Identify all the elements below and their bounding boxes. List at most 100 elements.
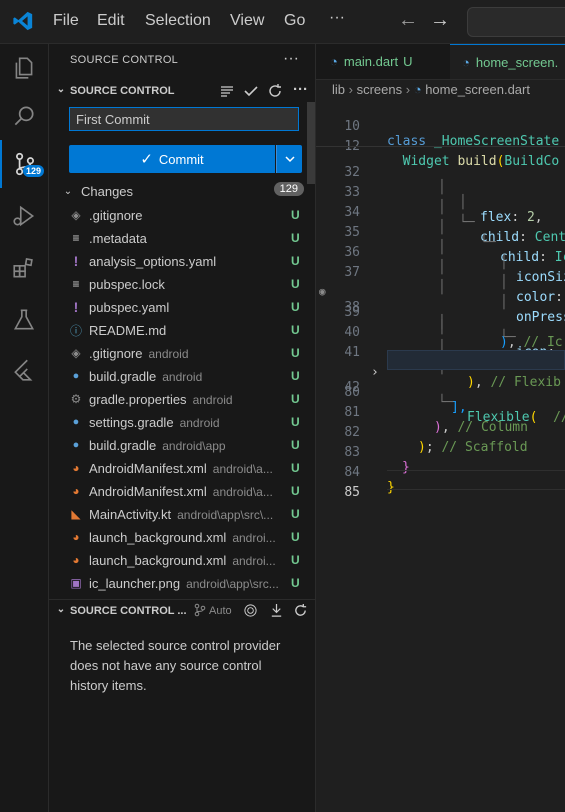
- refresh-icon[interactable]: [267, 83, 283, 99]
- changes-file-list: ◈ .gitignore U ≡ .metadata U ! analysis_options…: [49, 204, 315, 596]
- scrollbar-thumb[interactable]: [307, 102, 315, 184]
- file-name-text: .gitignore: [89, 207, 143, 223]
- breadcrumb-item[interactable]: lib: [332, 82, 345, 97]
- extensions-button[interactable]: [0, 244, 48, 292]
- sidebar-more-icon[interactable]: ···: [283, 50, 299, 68]
- changes-file-item[interactable]: ◕ AndroidManifest.xml android\a... U: [49, 457, 315, 479]
- changes-file-item[interactable]: ● build.gradle android\app U: [49, 434, 315, 456]
- file-name: .gitignore android: [89, 346, 189, 361]
- changes-label: Changes: [81, 183, 134, 199]
- code-line: 36 │ │ color:: [344, 245, 563, 305]
- changes-file-item[interactable]: ▣ ic_launcher.png android\app\src... U: [49, 572, 315, 594]
- file-name: pubspec.lock: [89, 277, 171, 292]
- source-control-button[interactable]: 129: [0, 140, 48, 188]
- tab-status: U: [403, 54, 413, 69]
- command-center-search[interactable]: [467, 7, 565, 37]
- fetch-icon[interactable]: [269, 603, 284, 618]
- code-line: 83 }: [344, 445, 410, 475]
- file-directory: androi...: [232, 530, 276, 545]
- commit-dropdown-button[interactable]: [276, 145, 302, 173]
- flutter-icon: [14, 359, 33, 381]
- branch-icon[interactable]: [193, 603, 207, 617]
- menu-edit[interactable]: Edit: [97, 12, 125, 30]
- explorer-button[interactable]: [0, 44, 48, 92]
- file-directory: androi...: [232, 553, 276, 568]
- file-name: ic_launcher.png android\app\src...: [89, 576, 279, 591]
- file-status: U: [291, 346, 300, 360]
- changes-file-item[interactable]: ● settings.gradle android U: [49, 411, 315, 433]
- tab-main-dart[interactable]: ◔ main.dart U: [316, 44, 449, 79]
- file-name: AndroidManifest.xml android\a...: [89, 461, 273, 476]
- code-line: 85: [344, 485, 360, 500]
- image-icon: ▣: [70, 576, 82, 590]
- changes-file-item[interactable]: ! analysis_options.yaml U: [49, 250, 315, 272]
- changes-file-item[interactable]: ◈ .gitignore U: [49, 204, 315, 226]
- title-bar: File Edit Selection View Go ··· ← →: [0, 0, 565, 44]
- changes-file-item[interactable]: ≡ pubspec.lock U: [49, 273, 315, 295]
- file-status: U: [291, 323, 300, 337]
- menu-more-button[interactable]: ···: [329, 9, 345, 27]
- lines-icon: ≡: [72, 231, 80, 245]
- rss-icon: ◕: [72, 484, 80, 498]
- elephant-icon: ●: [72, 416, 80, 428]
- flask-icon: [13, 309, 35, 330]
- changes-file-item[interactable]: ◣ MainActivity.kt android\app\src\... U: [49, 503, 315, 525]
- view-as-tree-icon[interactable]: [219, 83, 235, 99]
- file-status: U: [291, 484, 300, 498]
- search-icon: [14, 106, 34, 126]
- gear-icon: ⚙: [70, 392, 82, 406]
- commit-button[interactable]: ✓ Commit: [69, 145, 275, 173]
- back-arrow-icon[interactable]: ←: [398, 9, 418, 32]
- commit-message-input[interactable]: [69, 107, 299, 131]
- changes-file-item[interactable]: ⚙ gradle.properties android U: [49, 388, 315, 410]
- testing-button[interactable]: [0, 296, 48, 344]
- menu-selection[interactable]: Selection: [145, 12, 211, 30]
- tab-label: main.dart: [343, 54, 399, 69]
- changes-file-item[interactable]: ⓘ README.md U: [49, 319, 315, 341]
- graph-section-header[interactable]: ⌄ SOURCE CONTROL ... Auto: [49, 599, 315, 622]
- changes-file-item[interactable]: ! pubspec.yaml U: [49, 296, 315, 318]
- file-name: gradle.properties android: [89, 392, 233, 407]
- activity-bar: 129: [0, 44, 49, 812]
- file-name-text: README.md: [89, 322, 167, 338]
- file-status: U: [291, 231, 300, 245]
- flutter-button[interactable]: [0, 346, 48, 394]
- rss-icon: ◕: [72, 530, 80, 544]
- refresh-icon[interactable]: [293, 603, 308, 618]
- code-line: 34 │ └─ child: Ic: [344, 205, 565, 265]
- changes-file-item[interactable]: ◈ .gitignore android U: [49, 342, 315, 364]
- file-name: .metadata: [89, 231, 153, 246]
- graph-auto-label[interactable]: Auto: [209, 605, 232, 617]
- scm-more-icon[interactable]: ···: [293, 81, 308, 98]
- run-debug-button[interactable]: [0, 192, 48, 240]
- changes-group-header[interactable]: ⌄ Changes 129: [61, 181, 306, 201]
- tab-home-screen[interactable]: ◔ home_screen.: [450, 44, 565, 79]
- forward-arrow-icon[interactable]: →: [430, 9, 450, 32]
- code-line: 84 }: [344, 465, 395, 495]
- menu-file[interactable]: File: [53, 12, 79, 30]
- file-name: analysis_options.yaml: [89, 254, 222, 269]
- breadcrumb-item[interactable]: home_screen.dart: [425, 82, 530, 97]
- code-line: 81 ), // Column: [344, 405, 528, 435]
- target-icon[interactable]: [243, 603, 258, 618]
- file-name-text: ic_launcher.png: [89, 575, 181, 591]
- changes-file-item[interactable]: ● build.gradle android U: [49, 365, 315, 387]
- changes-file-item[interactable]: ◕ launch_background.xml androi... U: [49, 526, 315, 548]
- search-button[interactable]: [0, 92, 48, 140]
- changes-badge: 129: [23, 165, 45, 177]
- file-name: launch_background.xml androi...: [89, 553, 276, 568]
- commit-check-icon[interactable]: [243, 83, 259, 99]
- code-line: 40 │ ), // Cent: [344, 325, 562, 370]
- changes-file-item[interactable]: ◕ launch_background.xml androi... U: [49, 549, 315, 571]
- breadcrumb: lib › screens › ◔ home_screen.dart: [332, 82, 530, 97]
- changes-file-item[interactable]: ≡ .metadata U: [49, 227, 315, 249]
- breadcrumb-item[interactable]: screens: [357, 82, 403, 97]
- code-line: 37 │ │ onPress: [344, 265, 565, 325]
- file-name-text: AndroidManifest.xml: [89, 483, 207, 499]
- scm-section-header[interactable]: ⌄ SOURCE CONTROL ···: [49, 80, 315, 102]
- tab-label: home_screen.: [475, 54, 559, 70]
- changes-file-item[interactable]: ◕ AndroidManifest.xml android\a... U: [49, 480, 315, 502]
- menu-view[interactable]: View: [230, 12, 264, 30]
- menu-go[interactable]: Go: [284, 12, 305, 30]
- dart-file-icon: ◔: [330, 54, 338, 69]
